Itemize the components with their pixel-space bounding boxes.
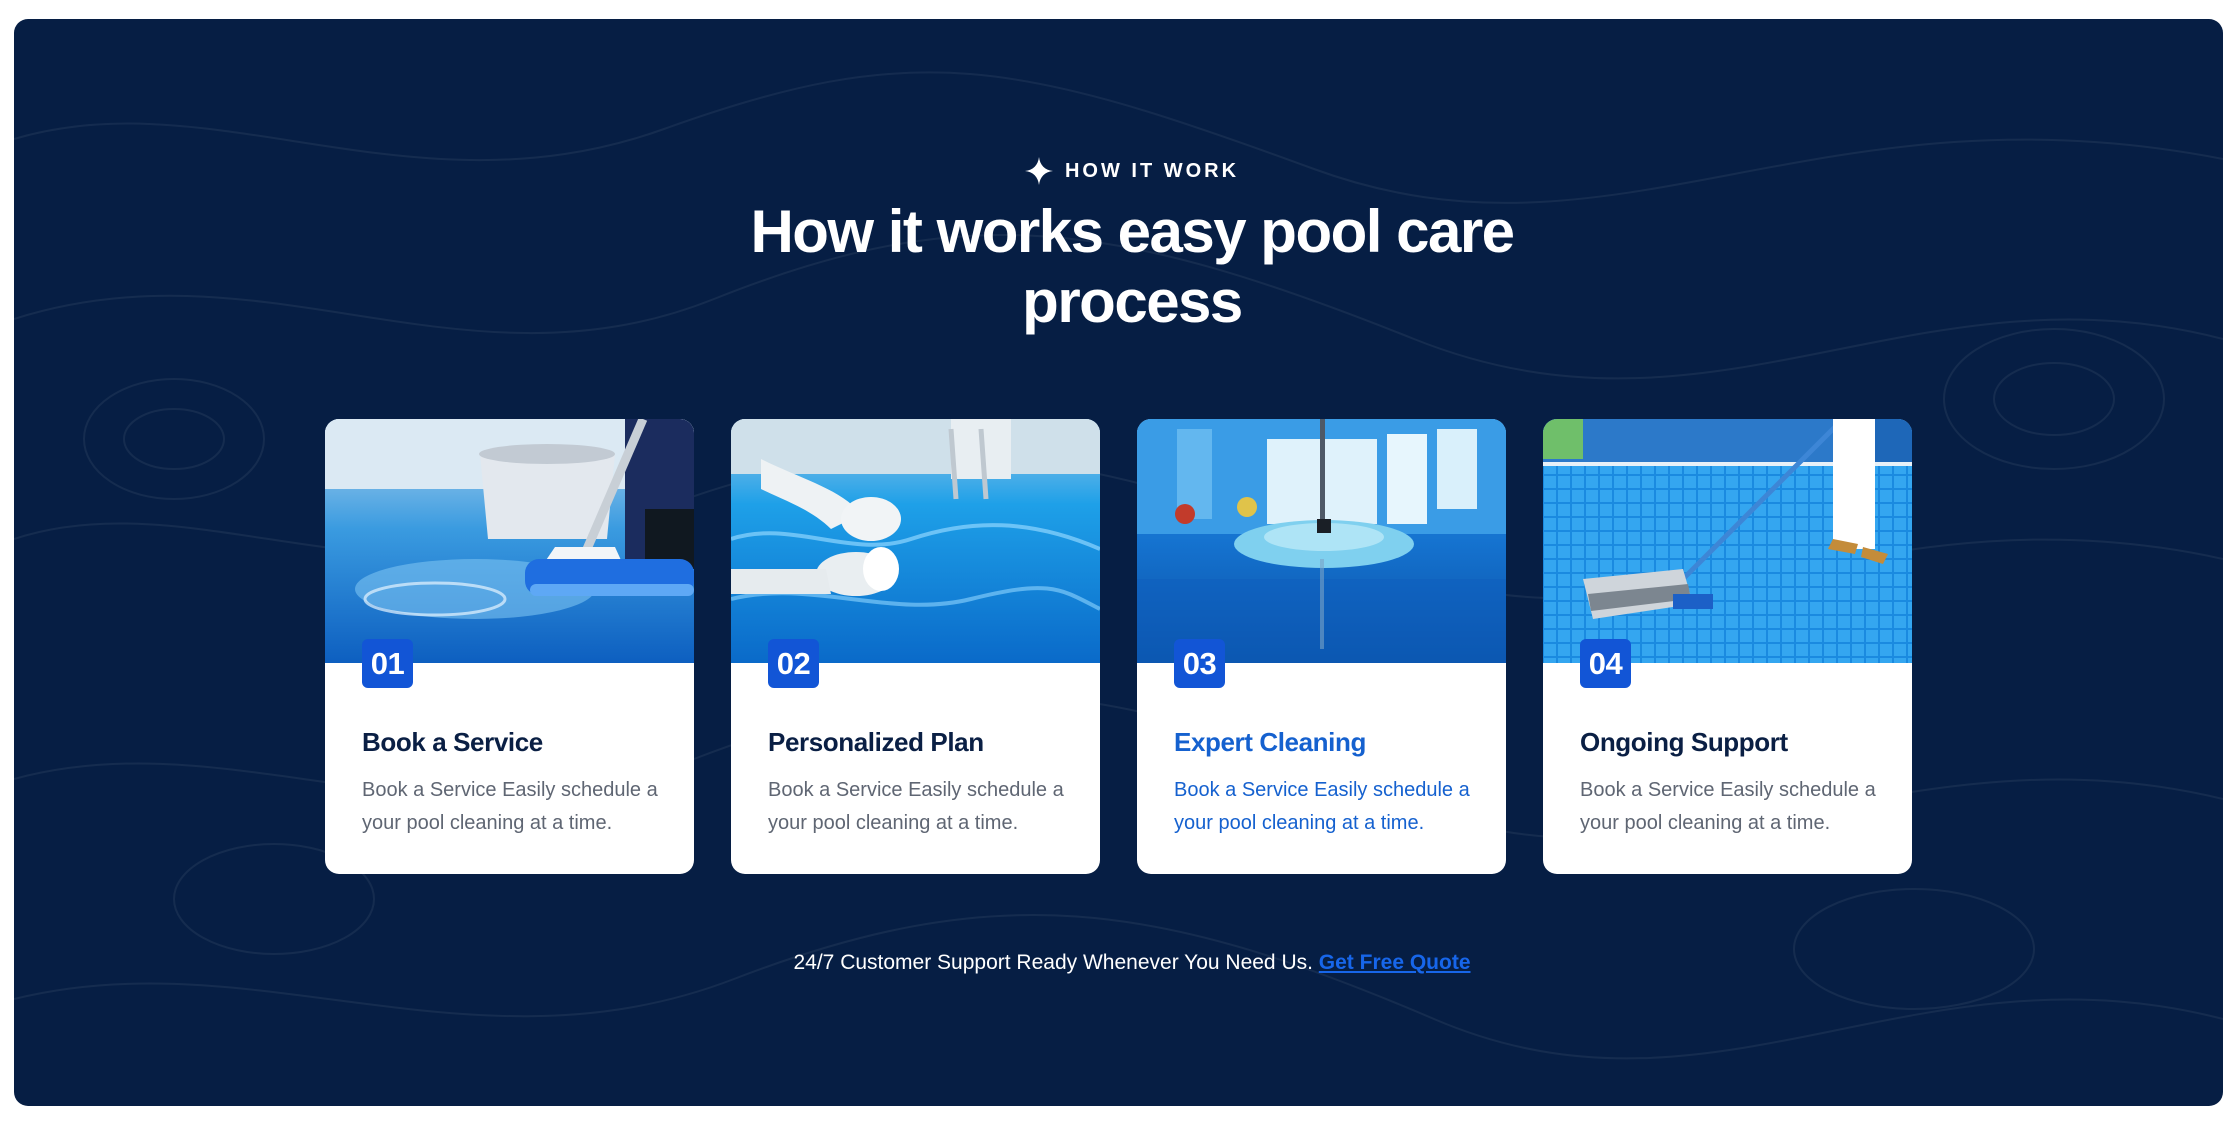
step-title: Expert Cleaning bbox=[1174, 727, 1366, 757]
step-card-2[interactable]: 02 Personalized Plan Book a Service Easi… bbox=[731, 419, 1100, 874]
step-card-3[interactable]: 03 Expert Cleaning Book a Service Easily… bbox=[1137, 419, 1506, 874]
step-number-badge: 01 bbox=[362, 639, 413, 688]
get-free-quote-link[interactable]: Get Free Quote bbox=[1319, 951, 1471, 974]
eyebrow-label: HOW IT WORK bbox=[1064, 159, 1240, 182]
step-card-1[interactable]: 01 Book a Service Book a Service Easily … bbox=[325, 419, 694, 874]
step-title: Ongoing Support bbox=[1580, 727, 1788, 757]
gloved-hands-water-photo bbox=[731, 419, 1100, 663]
step-card-4[interactable]: 04 Ongoing Support Book a Service Easily… bbox=[1543, 419, 1912, 874]
mop-on-wet-floor-photo bbox=[1137, 419, 1506, 663]
sparkle-icon bbox=[1024, 157, 1053, 185]
section-eyebrow: HOW IT WORK bbox=[14, 157, 2223, 185]
section-heading: How it works easy pool care process bbox=[14, 197, 2223, 337]
heading-line-2: process bbox=[1022, 268, 1243, 335]
step-description: Book a Service Easily schedule a your po… bbox=[768, 779, 1064, 834]
how-it-works-section: HOW IT WORK How it works easy pool care … bbox=[14, 19, 2223, 1106]
step-description: Book a Service Easily schedule a your po… bbox=[1174, 779, 1470, 834]
pool-mop-bucket-photo bbox=[325, 419, 694, 663]
step-description: Book a Service Easily schedule a your po… bbox=[1580, 779, 1876, 834]
step-title: Personalized Plan bbox=[768, 727, 984, 757]
pool-vacuum-photo bbox=[1543, 419, 1912, 663]
step-number-badge: 02 bbox=[768, 639, 819, 688]
support-text: 24/7 Customer Support Ready Whenever You… bbox=[793, 951, 1313, 974]
heading-line-1: How it works easy pool care bbox=[750, 198, 1515, 265]
step-title: Book a Service bbox=[362, 727, 543, 757]
support-cta-line: 24/7 Customer Support Ready Whenever You… bbox=[14, 951, 2223, 975]
step-number-badge: 03 bbox=[1174, 639, 1225, 688]
step-number-badge: 04 bbox=[1580, 639, 1631, 688]
step-description: Book a Service Easily schedule a your po… bbox=[362, 779, 658, 834]
